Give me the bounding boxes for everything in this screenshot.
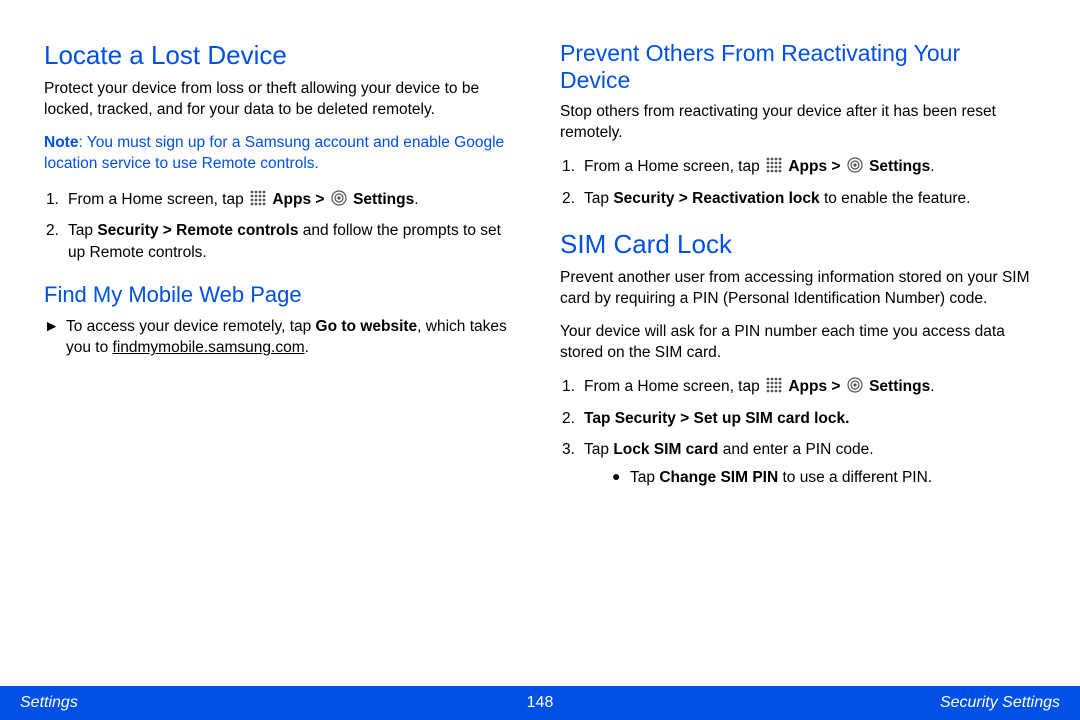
text-fragment: . (414, 191, 418, 208)
heading-locate: Locate a Lost Device (44, 40, 520, 71)
settings-icon (847, 377, 863, 393)
bold-fragment: Tap Security > Set up SIM card lock. (584, 410, 849, 427)
reactivation-intro: Stop others from reactivating your devic… (560, 102, 1036, 144)
step-2: 2. Tap Security > Set up SIM card lock. (562, 408, 1036, 430)
text-fragment: to enable the feature. (820, 190, 971, 207)
footer-left: Settings (20, 694, 78, 712)
step-text: From a Home screen, tap Apps > Settings. (584, 376, 1036, 398)
link-findmymobile[interactable]: findmymobile.samsung.com (113, 339, 305, 356)
text-fragment: Tap (584, 441, 613, 458)
step-number: 2. (46, 220, 68, 263)
text-fragment: Tap (68, 222, 97, 239)
settings-icon (331, 190, 347, 206)
step-1: 1. From a Home screen, tap Apps > Settin… (562, 376, 1036, 398)
locate-steps: 1. From a Home screen, tap Apps > Settin… (46, 189, 520, 264)
text-fragment: . (930, 378, 934, 395)
bullet-text: To access your device remotely, tap Go t… (66, 316, 520, 359)
step-2: 2. Tap Security > Remote controls and fo… (46, 220, 520, 263)
apps-label: Apps > (788, 378, 844, 395)
apps-label: Apps > (788, 158, 844, 175)
step-number: 3. (562, 439, 584, 488)
left-column: Locate a Lost Device Protect your device… (44, 40, 520, 676)
step-number: 1. (46, 189, 68, 211)
footer-right: Security Settings (940, 694, 1060, 712)
note-text: : You must sign up for a Samsung account… (44, 134, 504, 172)
step-number: 2. (562, 188, 584, 210)
bold-fragment: Security > Remote controls (97, 222, 298, 239)
settings-label: Settings (869, 158, 930, 175)
text-fragment: Tap (630, 469, 659, 486)
page-content: Locate a Lost Device Protect your device… (0, 0, 1080, 686)
text-fragment: From a Home screen, tap (68, 191, 248, 208)
footer-page-number: 148 (527, 694, 554, 712)
note-label: Note (44, 134, 78, 151)
settings-label: Settings (869, 378, 930, 395)
apps-icon (766, 377, 782, 393)
step-text: From a Home screen, tap Apps > Settings. (584, 156, 1036, 178)
settings-icon (847, 157, 863, 173)
simlock-intro-1: Prevent another user from accessing info… (560, 268, 1036, 310)
bold-fragment: Change SIM PIN (659, 469, 778, 486)
step-2: 2. Tap Security > Reactivation lock to e… (562, 188, 1036, 210)
heading-reactivation: Prevent Others From Reactivating Your De… (560, 40, 1036, 94)
reactivation-steps: 1. From a Home screen, tap Apps > Settin… (562, 156, 1036, 209)
bold-fragment: Security > Reactivation lock (613, 190, 819, 207)
step-1: 1. From a Home screen, tap Apps > Settin… (562, 156, 1036, 178)
right-column: Prevent Others From Reactivating Your De… (560, 40, 1036, 676)
text-fragment: Tap (584, 190, 613, 207)
heading-findmymobile: Find My Mobile Web Page (44, 282, 520, 308)
dot-bullet-icon: ● (612, 467, 630, 489)
settings-label: Settings (353, 191, 414, 208)
heading-simlock: SIM Card Lock (560, 229, 1036, 260)
text-fragment: . (930, 158, 934, 175)
bullet-item: ► To access your device remotely, tap Go… (44, 316, 520, 359)
step-1: 1. From a Home screen, tap Apps > Settin… (46, 189, 520, 211)
text-fragment: and enter a PIN code. (718, 441, 873, 458)
locate-note: Note: You must sign up for a Samsung acc… (44, 133, 520, 175)
sub-bullet-text: Tap Change SIM PIN to use a different PI… (630, 467, 932, 489)
text-fragment: to use a different PIN. (778, 469, 932, 486)
apps-icon (250, 190, 266, 206)
text-fragment: From a Home screen, tap (584, 378, 764, 395)
apps-icon (766, 157, 782, 173)
triangle-bullet-icon: ► (44, 316, 66, 359)
bold-fragment: Go to website (316, 318, 418, 335)
locate-intro: Protect your device from loss or theft a… (44, 79, 520, 121)
bold-fragment: Lock SIM card (613, 441, 718, 458)
text-fragment: To access your device remotely, tap (66, 318, 316, 335)
step-text: Tap Security > Reactivation lock to enab… (584, 188, 1036, 210)
step-number: 2. (562, 408, 584, 430)
step-text: Tap Security > Remote controls and follo… (68, 220, 520, 263)
page-footer: Settings 148 Security Settings (0, 686, 1080, 720)
simlock-intro-2: Your device will ask for a PIN number ea… (560, 322, 1036, 364)
sub-bullet: ● Tap Change SIM PIN to use a different … (612, 467, 1036, 489)
text-fragment: . (305, 339, 309, 356)
step-3: 3. Tap Lock SIM card and enter a PIN cod… (562, 439, 1036, 488)
step-text: From a Home screen, tap Apps > Settings. (68, 189, 520, 211)
simlock-steps: 1. From a Home screen, tap Apps > Settin… (562, 376, 1036, 489)
step-text: Tap Lock SIM card and enter a PIN code. … (584, 439, 1036, 488)
apps-label: Apps > (272, 191, 328, 208)
step-text: Tap Security > Set up SIM card lock. (584, 408, 1036, 430)
step-number: 1. (562, 376, 584, 398)
text-fragment: From a Home screen, tap (584, 158, 764, 175)
step-number: 1. (562, 156, 584, 178)
